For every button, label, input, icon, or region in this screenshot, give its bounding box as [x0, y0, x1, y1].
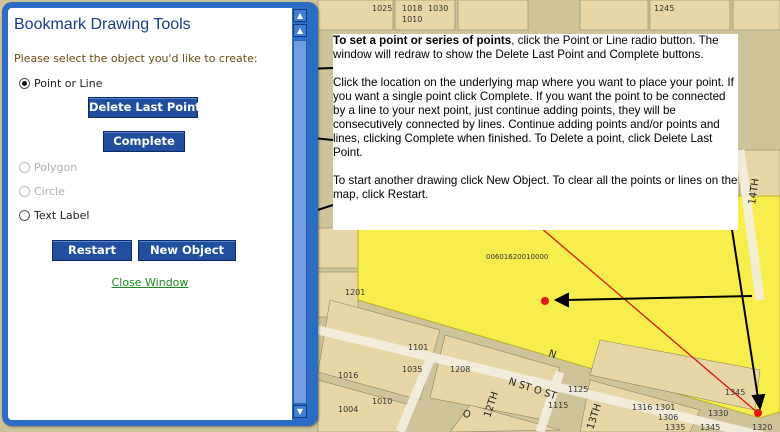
- parcel-number: 1010: [372, 397, 392, 406]
- help-paragraph-3: To start another drawing click New Objec…: [333, 174, 738, 201]
- help-paragraph-2: Click the location on the underlying map…: [333, 76, 734, 159]
- parcel-number: 1330: [708, 409, 728, 418]
- parcel-number: 1245: [654, 4, 674, 13]
- panel-title: Bookmark Drawing Tools: [14, 16, 191, 33]
- radio-label: Text Label: [34, 209, 90, 222]
- parcel-number: 1004: [338, 405, 358, 414]
- parcel-number: 1018: [402, 4, 422, 13]
- complete-button[interactable]: Complete: [103, 131, 185, 152]
- radio-unselected-icon[interactable]: [19, 210, 30, 221]
- radio-polygon: Polygon: [19, 161, 77, 174]
- parcel-number: 1320: [752, 423, 772, 432]
- parcel-number: 1010: [402, 15, 422, 24]
- radio-circle: Circle: [19, 185, 65, 198]
- drawing-tools-panel: Bookmark Drawing Tools Please select the…: [2, 2, 318, 426]
- panel-scrollbar[interactable]: ▲ ▲ ▼: [292, 8, 308, 420]
- parcel-number: 1345: [700, 423, 720, 432]
- new-object-button[interactable]: New Object: [138, 240, 236, 261]
- radio-label: Circle: [34, 185, 65, 198]
- radio-point-or-line[interactable]: Point or Line: [19, 77, 102, 90]
- radio-selected-icon[interactable]: [19, 78, 30, 89]
- parcel-number: 1335: [665, 423, 685, 432]
- restart-button[interactable]: Restart: [52, 240, 132, 261]
- close-window-link[interactable]: Close Window: [8, 276, 292, 289]
- radio-disabled-icon: [19, 162, 30, 173]
- radio-label: Point or Line: [34, 77, 103, 90]
- parcel-number: 1030: [428, 4, 448, 13]
- map-point-marker: [754, 409, 762, 417]
- scroll-down-icon[interactable]: ▼: [293, 405, 307, 418]
- parcel-number: 1025: [372, 4, 392, 13]
- parcel-number: 1316: [632, 403, 652, 412]
- radio-disabled-icon: [19, 186, 30, 197]
- parcel-number: 1101: [408, 343, 428, 352]
- parcel-number: 1035: [402, 365, 422, 374]
- help-callout: To set a point or series of points, clic…: [333, 34, 738, 230]
- parcel-number: 1301: [655, 403, 675, 412]
- parcel-number: 1345: [725, 388, 745, 397]
- parcel-number: 1115: [548, 401, 568, 410]
- parcel-number: 1201: [345, 288, 365, 297]
- help-paragraph-1: To set a point or series of points, clic…: [333, 34, 738, 62]
- parcel-number: 1125: [568, 385, 588, 394]
- radio-text-label[interactable]: Text Label: [19, 209, 89, 222]
- delete-last-point-button[interactable]: Delete Last Point: [88, 97, 201, 118]
- instruction-text: Please select the object you'd like to c…: [14, 52, 258, 65]
- help-bold-lead: To set a point or series of points: [333, 34, 512, 47]
- panel-content: Bookmark Drawing Tools Please select the…: [8, 8, 292, 420]
- parcel-id-label: 00601620010000: [486, 253, 548, 261]
- scroll-up-icon[interactable]: ▲: [293, 24, 307, 37]
- scroll-thumb[interactable]: [293, 40, 307, 404]
- parcel-number: 1306: [658, 413, 678, 422]
- map-point-marker: [541, 297, 549, 305]
- radio-label: Polygon: [34, 161, 78, 174]
- scroll-up-icon[interactable]: ▲: [293, 9, 307, 22]
- parcel-number: 1016: [338, 371, 358, 380]
- parcel-number: 1208: [450, 365, 470, 374]
